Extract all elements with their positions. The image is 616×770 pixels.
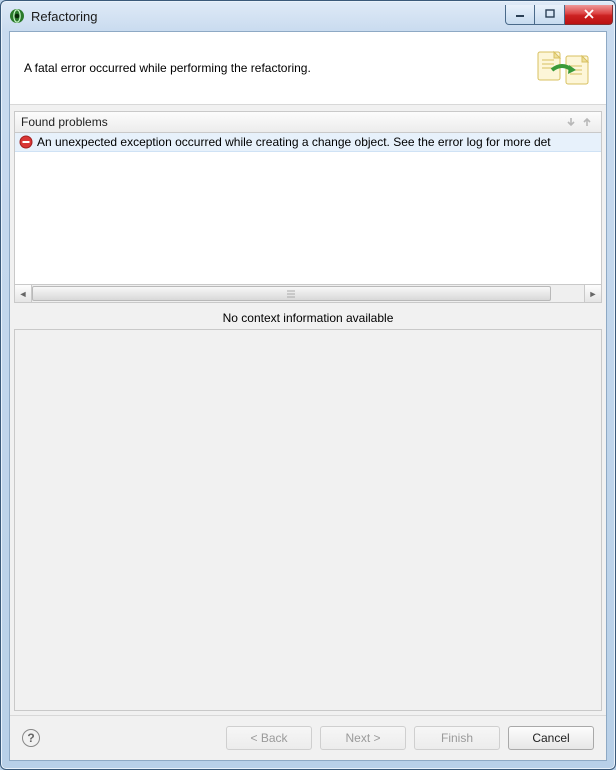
problem-row[interactable]: An unexpected exception occurred while c… [15, 133, 601, 152]
prev-problem-button[interactable] [579, 114, 595, 130]
refactoring-dialog: Refactoring A fatal error occurred while… [0, 0, 616, 770]
problems-header-label: Found problems [21, 115, 108, 129]
window-title: Refactoring [31, 9, 97, 24]
scroll-thumb[interactable] [32, 286, 551, 301]
next-problem-button[interactable] [563, 114, 579, 130]
close-button[interactable] [565, 5, 613, 25]
maximize-button[interactable] [535, 5, 565, 25]
finish-button[interactable]: Finish [414, 726, 500, 750]
problem-text: An unexpected exception occurred while c… [37, 135, 551, 149]
header-message: A fatal error occurred while performing … [24, 61, 536, 75]
cancel-button[interactable]: Cancel [508, 726, 594, 750]
dialog-header: A fatal error occurred while performing … [10, 32, 606, 105]
next-button[interactable]: Next > [320, 726, 406, 750]
context-area [14, 329, 602, 711]
scroll-track[interactable] [32, 285, 584, 302]
dialog-footer: ? < Back Next > Finish Cancel [10, 715, 606, 760]
dialog-client: A fatal error occurred while performing … [9, 31, 607, 761]
help-button[interactable]: ? [22, 729, 40, 747]
window-controls [505, 5, 613, 25]
dialog-body: Found problems An une [10, 105, 606, 715]
app-icon [9, 8, 25, 24]
problems-list[interactable]: An unexpected exception occurred while c… [14, 133, 602, 285]
refactor-icon [536, 48, 592, 88]
scroll-left-button[interactable]: ◄ [15, 285, 32, 302]
scroll-right-button[interactable]: ► [584, 285, 601, 302]
problems-horizontal-scrollbar[interactable]: ◄ ► [14, 285, 602, 303]
minimize-button[interactable] [505, 5, 535, 25]
context-empty-label: No context information available [14, 303, 602, 329]
titlebar[interactable]: Refactoring [1, 1, 615, 31]
back-button[interactable]: < Back [226, 726, 312, 750]
problems-header: Found problems [14, 111, 602, 133]
error-icon [19, 135, 33, 149]
